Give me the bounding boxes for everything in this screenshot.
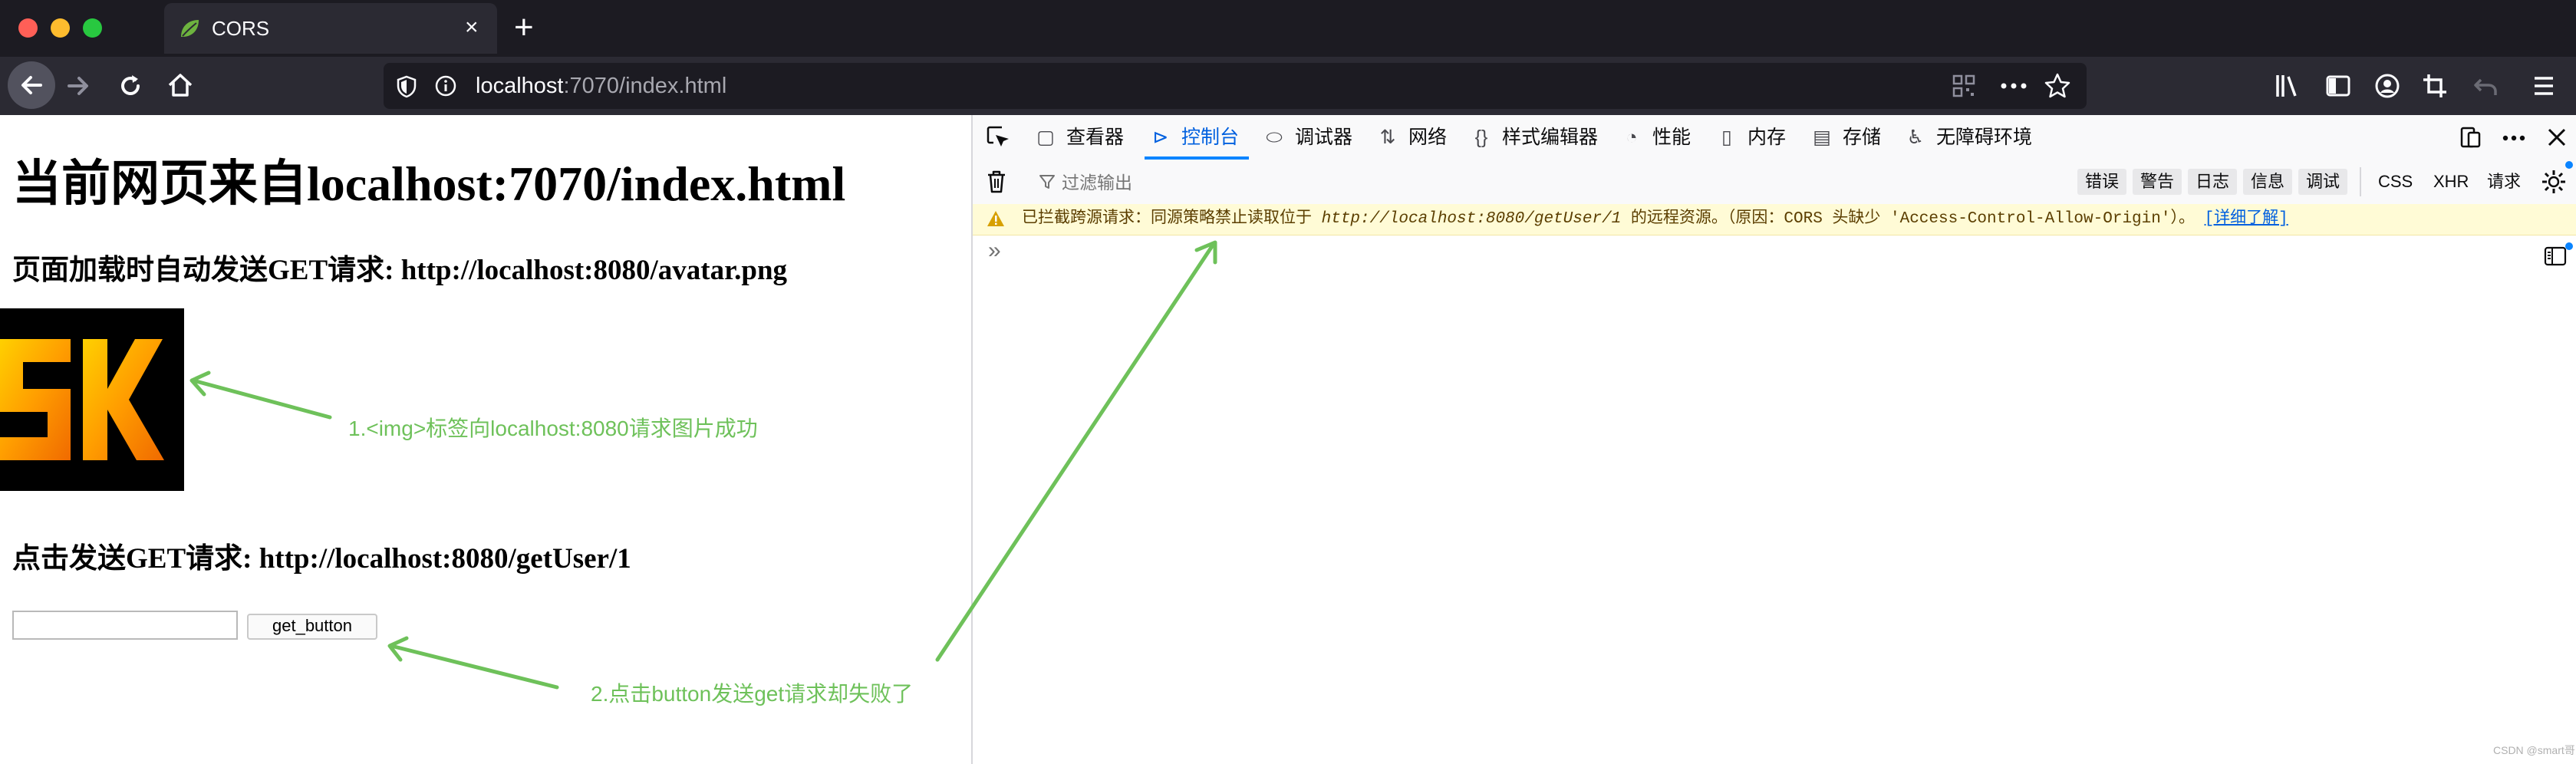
storage-icon: ▤ <box>1813 127 1831 148</box>
level-warning-button[interactable]: 警告 <box>2133 169 2182 195</box>
tab-console[interactable]: ⊳ 控制台 <box>1148 123 1240 152</box>
tab-close-icon[interactable]: × <box>465 14 479 41</box>
dock-options-icon[interactable] <box>2458 124 2484 150</box>
bookmark-star-icon[interactable] <box>2044 72 2071 100</box>
user-id-input[interactable] <box>12 611 238 640</box>
screenshot-crop-icon[interactable] <box>2421 72 2449 100</box>
forward-button[interactable] <box>64 72 92 100</box>
reload-button[interactable] <box>117 72 144 100</box>
new-tab-button[interactable]: + <box>514 11 534 44</box>
get-button[interactable]: get_button <box>247 614 377 640</box>
tab-strip: CORS × + <box>0 0 2576 57</box>
url-text[interactable]: localhost:7070/index.html <box>476 74 726 98</box>
avatar-image <box>0 308 184 491</box>
performance-icon: ◔ <box>1626 127 1638 148</box>
request-xhr-button[interactable]: XHR <box>2433 169 2469 195</box>
site-info-icon[interactable] <box>434 74 457 97</box>
maximize-window-button[interactable] <box>83 18 102 38</box>
devtools-tab-bar: ▢ 查看器 ⊳ 控制台 ⬭ 调试器 ⇅ 网络 {} 样式编辑器 ◔ 性能 ▯ 内存 ▤ 存储 ♿… <box>973 115 2576 161</box>
tracking-shield-icon[interactable] <box>396 75 417 98</box>
warning-triangle-icon <box>987 211 1004 226</box>
tab-debugger[interactable]: ⬭ 调试器 <box>1261 123 1352 152</box>
minimize-window-button[interactable] <box>51 18 70 38</box>
undo-disabled-icon[interactable] <box>2472 72 2499 100</box>
trash-icon[interactable] <box>985 169 1008 195</box>
level-info-button[interactable]: 信息 <box>2243 169 2293 195</box>
button-request-heading: 点击发送GET请求: http://localhost:8080/getUser… <box>12 543 631 575</box>
more-options-icon[interactable] <box>2502 135 2525 141</box>
devtools-panel: ▢ 查看器 ⊳ 控制台 ⬭ 调试器 ⇅ 网络 {} 样式编辑器 ◔ 性能 ▯ 内存 ▤ 存储 ♿… <box>971 115 2576 764</box>
inspector-icon: ▢ <box>1036 127 1055 148</box>
navigation-toolbar: localhost:7070/index.html <box>0 57 2576 115</box>
console-filter-bar: 错误 警告 日志 信息 调试 CSS XHR 请求 <box>973 160 2576 206</box>
accessibility-icon: ♿ <box>1906 127 1925 148</box>
tab-title: CORS <box>212 17 270 40</box>
url-host: localhost <box>476 74 564 98</box>
editor-mode-toggle-icon[interactable] <box>2544 245 2567 267</box>
learn-more-link[interactable]: [详细了解] <box>2205 210 2288 228</box>
request-other-button[interactable]: 请求 <box>2487 169 2521 195</box>
spring-leaf-icon <box>181 20 199 37</box>
filter-divider <box>2360 167 2361 196</box>
console-icon: ⊳ <box>1152 127 1169 148</box>
settings-notification-dot <box>2565 161 2573 169</box>
page-heading: 当前网页来自localhost:7070/index.html <box>12 156 846 211</box>
warning-url: http://localhost:8080/getUser/1 <box>1321 210 1622 228</box>
url-bar[interactable]: localhost:7070/index.html <box>384 63 2087 109</box>
annotation-button-failed: 2.点击button发送get请求却失败了 <box>591 682 914 706</box>
back-arrow-icon <box>21 76 42 94</box>
console-input-prompt[interactable]: » <box>988 239 1001 262</box>
level-log-button[interactable]: 日志 <box>2188 169 2238 195</box>
page-content: 当前网页来自localhost:7070/index.html 页面加载时自动发… <box>0 115 971 764</box>
console-filter-input[interactable] <box>1060 167 2060 198</box>
library-icon[interactable] <box>2274 72 2301 100</box>
console-settings-gear-icon[interactable] <box>2541 169 2567 195</box>
watermark: CSDN @smart哥 <box>2493 744 2575 756</box>
account-icon[interactable] <box>2373 72 2401 100</box>
url-path: :7070/index.html <box>563 74 727 98</box>
sk-logo-icon <box>0 339 164 460</box>
home-button[interactable] <box>166 71 195 100</box>
back-button[interactable] <box>8 61 55 109</box>
qr-code-icon[interactable] <box>1952 74 1976 98</box>
element-picker-icon[interactable] <box>985 124 1011 150</box>
console-warning-row: 已拦截跨源请求：同源策略禁止读取位于 http://localhost:8080… <box>973 204 2576 235</box>
close-window-button[interactable] <box>18 18 38 38</box>
sidebar-icon[interactable] <box>2324 72 2352 100</box>
hamburger-menu-icon[interactable] <box>2532 74 2556 98</box>
browser-tab[interactable]: CORS × <box>164 3 497 54</box>
tab-memory[interactable]: ▯ 内存 <box>1714 123 1786 152</box>
network-icon: ⇅ <box>1379 127 1396 148</box>
style-editor-icon: {} <box>1474 127 1488 148</box>
tab-accessibility[interactable]: ♿ 无障碍环境 <box>1902 123 2032 152</box>
tab-network[interactable]: ⇅ 网络 <box>1375 123 1448 152</box>
page-actions-icon[interactable] <box>2001 83 2027 89</box>
warning-message: 已拦截跨源请求：同源策略禁止读取位于 http://localhost:8080… <box>1022 210 2288 228</box>
tab-storage[interactable]: ▤ 存储 <box>1809 123 1881 152</box>
level-debug-button[interactable]: 调试 <box>2298 169 2348 195</box>
image-request-heading: 页面加载时自动发送GET请求: http://localhost:8080/av… <box>12 255 788 286</box>
tab-performance[interactable]: ◔ 性能 <box>1619 123 1691 152</box>
debugger-icon: ⬭ <box>1266 127 1283 148</box>
request-css-button[interactable]: CSS <box>2378 169 2413 195</box>
memory-icon: ▯ <box>1721 127 1732 148</box>
close-devtools-icon[interactable] <box>2545 126 2568 149</box>
tab-style-editor[interactable]: {} 样式编辑器 <box>1468 123 1598 152</box>
editor-mode-notification-dot <box>2565 242 2573 250</box>
level-error-button[interactable]: 错误 <box>2077 169 2127 195</box>
annotation-image-success: 1.<img>标签向localhost:8080请求图片成功 <box>348 417 758 440</box>
tab-inspector[interactable]: ▢ 查看器 <box>1033 123 1124 152</box>
filter-funnel-icon <box>1039 175 1055 189</box>
